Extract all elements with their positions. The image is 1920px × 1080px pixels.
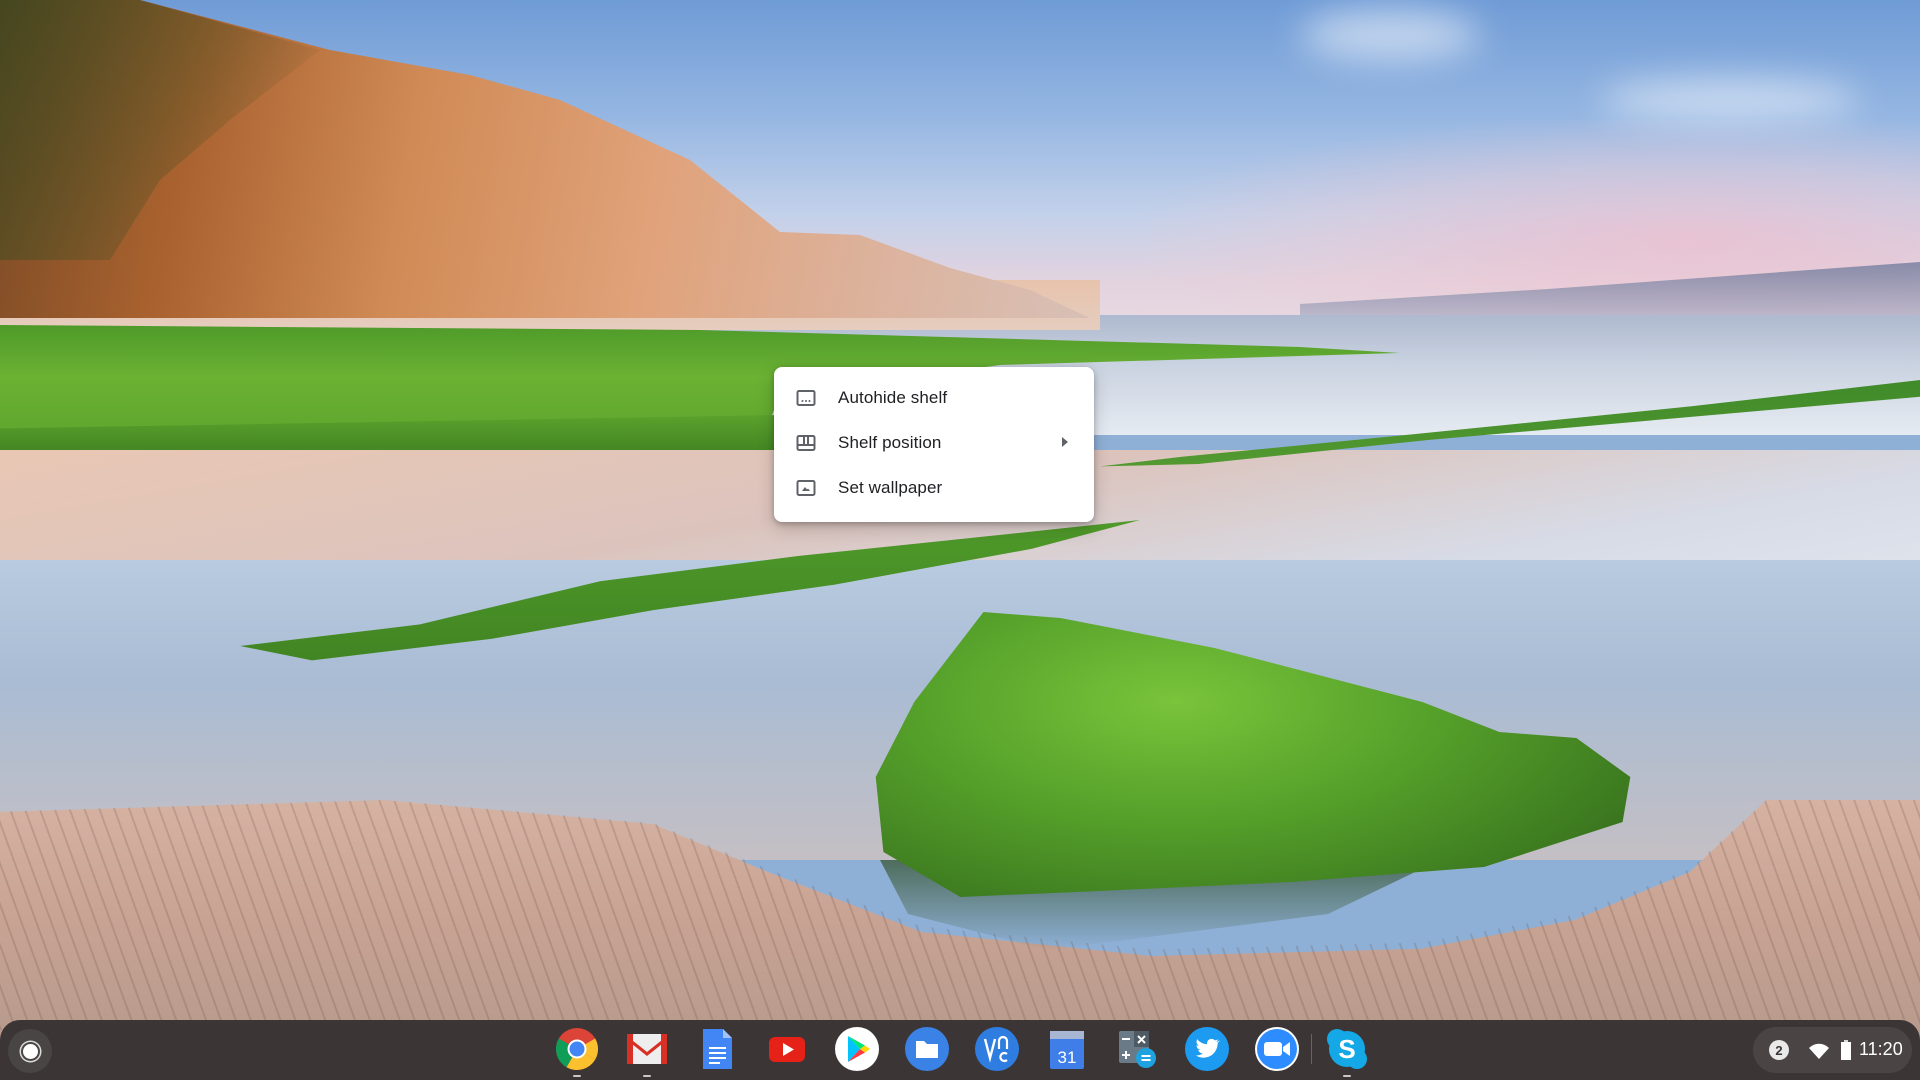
chrome-icon xyxy=(555,1028,599,1071)
submenu-arrow-icon xyxy=(1062,437,1068,447)
wallpaper-cloud xyxy=(1600,80,1860,120)
twitter-icon xyxy=(1185,1027,1229,1071)
menu-item-label: Set wallpaper xyxy=(838,477,943,497)
shelf-app-play-store[interactable] xyxy=(833,1025,881,1073)
wifi-icon xyxy=(1809,1043,1829,1059)
status-tray[interactable]: 2 11:20 xyxy=(1753,1027,1912,1073)
vnc-icon xyxy=(975,1027,1019,1071)
calendar-date: 31 xyxy=(1058,1048,1077,1067)
shelf-app-calculator[interactable] xyxy=(1113,1025,1161,1073)
shelf-app-twitter[interactable] xyxy=(1183,1025,1231,1073)
wallpaper-cloud xyxy=(1300,10,1480,60)
docs-icon xyxy=(703,1029,732,1069)
shelf-separator xyxy=(1311,1034,1312,1064)
play-store-icon xyxy=(835,1027,879,1071)
gmail-icon xyxy=(627,1034,667,1064)
shelf-context-menu: Autohide shelf Shelf position Set wallpa… xyxy=(774,367,1094,522)
clock: 11:20 xyxy=(1859,1039,1903,1059)
menu-item-shelf-position[interactable]: Shelf position xyxy=(774,420,1094,465)
skype-letter: S xyxy=(1338,1034,1355,1064)
calendar-icon: 31 xyxy=(1050,1031,1084,1069)
menu-item-set-wallpaper[interactable]: Set wallpaper xyxy=(774,465,1094,510)
launcher-icon xyxy=(22,1043,38,1059)
launcher-button[interactable] xyxy=(8,1029,52,1073)
running-indicator xyxy=(573,1075,581,1077)
shelf-app-zoom[interactable] xyxy=(1253,1025,1301,1073)
youtube-icon xyxy=(769,1037,805,1062)
shelf-app-calendar[interactable]: 31 xyxy=(1043,1025,1091,1073)
shelf xyxy=(0,1020,1920,1080)
running-indicator xyxy=(1343,1075,1351,1077)
autohide-shelf-icon xyxy=(796,390,816,406)
notification-count-badge[interactable]: 2 xyxy=(1769,1040,1789,1060)
shelf-app-skype[interactable]: S xyxy=(1323,1025,1371,1073)
desktop-wallpaper[interactable] xyxy=(0,0,1920,1080)
shelf-app-chrome[interactable] xyxy=(553,1025,601,1073)
battery-icon xyxy=(1841,1040,1851,1060)
shelf-position-icon xyxy=(796,435,816,451)
shelf-app-docs[interactable] xyxy=(693,1025,741,1073)
zoom-icon xyxy=(1255,1027,1299,1071)
shelf-app-youtube[interactable] xyxy=(763,1025,811,1073)
shelf-app-files[interactable] xyxy=(903,1025,951,1073)
wallpaper-icon xyxy=(796,480,816,496)
menu-item-label: Shelf position xyxy=(838,432,942,452)
running-indicator xyxy=(643,1075,651,1077)
shelf-app-vnc-viewer[interactable] xyxy=(973,1025,1021,1073)
menu-item-autohide-shelf[interactable]: Autohide shelf xyxy=(774,375,1094,420)
shelf-app-gmail[interactable] xyxy=(623,1025,671,1073)
calculator-icon xyxy=(1119,1031,1156,1068)
files-icon xyxy=(905,1027,949,1071)
menu-item-label: Autohide shelf xyxy=(838,387,948,407)
skype-icon: S xyxy=(1327,1029,1367,1069)
